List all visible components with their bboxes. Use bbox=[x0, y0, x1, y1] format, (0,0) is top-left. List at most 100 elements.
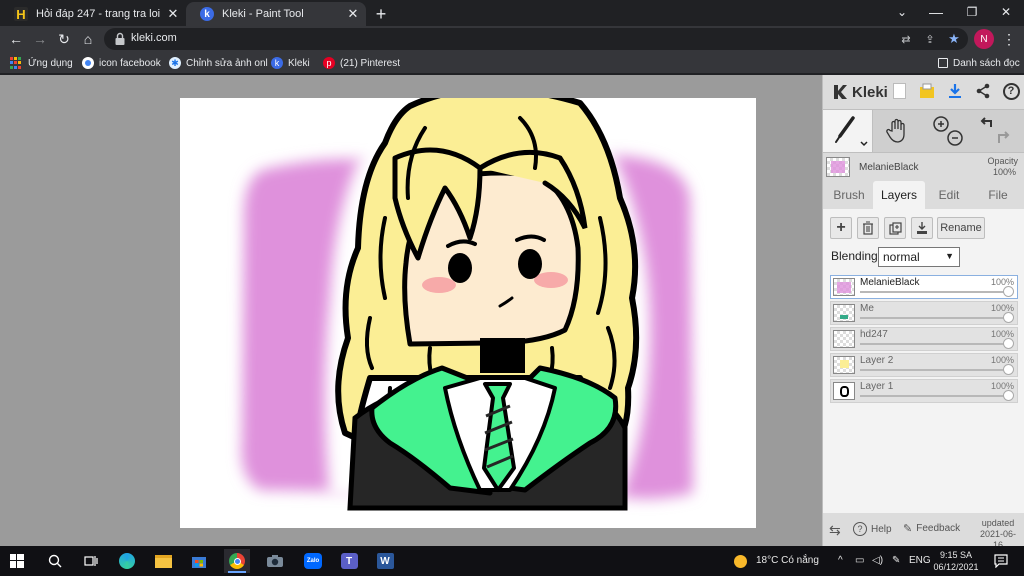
pen-icon[interactable]: ✎ bbox=[892, 555, 900, 566]
tab-hoidap[interactable]: H Hỏi đáp 247 - trang tra loi ✕ bbox=[0, 2, 186, 26]
bookmark-icon-facebook[interactable]: icon facebook bbox=[82, 55, 161, 71]
file-explorer-icon[interactable] bbox=[150, 549, 176, 573]
help-icon[interactable]: ? bbox=[1001, 81, 1021, 101]
tab-edit[interactable]: Edit bbox=[925, 181, 973, 209]
help-link[interactable]: ? Help bbox=[853, 522, 892, 536]
tab-brush[interactable]: Brush bbox=[825, 181, 873, 209]
slider-knob[interactable] bbox=[1003, 286, 1014, 297]
add-layer-button[interactable]: + bbox=[830, 217, 852, 239]
bookmark-label: (21) Pinterest bbox=[340, 57, 401, 69]
volume-icon[interactable]: ◁) bbox=[872, 555, 883, 566]
feedback-link[interactable]: ✎ Feedback bbox=[903, 522, 960, 535]
slider-knob[interactable] bbox=[1003, 312, 1014, 323]
bookmark-star-icon[interactable]: ★ bbox=[946, 31, 962, 47]
duplicate-layer-button[interactable] bbox=[884, 217, 906, 239]
layer-name: MelanieBlack bbox=[860, 277, 920, 288]
canvas-workspace[interactable] bbox=[0, 75, 822, 546]
camera-icon[interactable] bbox=[262, 549, 288, 573]
network-icon[interactable]: ▭ bbox=[855, 555, 864, 566]
layer-item[interactable]: Me 100% bbox=[830, 301, 1018, 325]
share-icon[interactable]: ⇪ bbox=[922, 31, 938, 47]
rename-layer-button[interactable]: Rename bbox=[937, 217, 985, 239]
forward-button[interactable]: → bbox=[30, 29, 50, 49]
merge-layer-button[interactable] bbox=[911, 217, 933, 239]
restore-button[interactable]: ❐ bbox=[954, 0, 990, 24]
swap-arrows-icon[interactable]: ⇆ bbox=[829, 522, 841, 539]
undo-redo-buttons[interactable] bbox=[975, 110, 1015, 152]
share-icon[interactable] bbox=[973, 81, 993, 101]
blending-label: Blending bbox=[831, 249, 878, 263]
system-clock[interactable]: 9:15 SA 06/12/2021 bbox=[932, 549, 980, 573]
weather-sun-icon[interactable] bbox=[732, 549, 748, 573]
translate-icon[interactable]: ⇄ bbox=[898, 31, 914, 47]
bookmark-pinterest[interactable]: p (21) Pinterest bbox=[323, 55, 400, 71]
bookmark-label: Ứng dụng bbox=[28, 57, 73, 69]
layer-opacity-slider[interactable] bbox=[860, 291, 1008, 293]
blending-select[interactable]: normal ▼ bbox=[878, 247, 960, 267]
layer-opacity-slider[interactable] bbox=[860, 317, 1008, 319]
home-button[interactable]: ⌂ bbox=[78, 29, 98, 49]
new-tab-button[interactable]: + bbox=[370, 4, 392, 24]
bookmark-kleki[interactable]: k Kleki bbox=[271, 55, 310, 71]
profile-avatar[interactable]: N bbox=[974, 29, 994, 49]
layer-item[interactable]: MelanieBlack 100% bbox=[830, 275, 1018, 299]
layer-name: Me bbox=[860, 303, 874, 314]
left-eye bbox=[448, 253, 472, 283]
layer-item[interactable]: Layer 1 100% bbox=[830, 379, 1018, 403]
slider-knob[interactable] bbox=[1003, 364, 1014, 375]
slider-knob[interactable] bbox=[1003, 390, 1014, 401]
bookmark-apps[interactable]: Ứng dụng bbox=[10, 55, 73, 71]
reading-list-button[interactable]: Danh sách đọc bbox=[938, 55, 1020, 71]
store-icon[interactable] bbox=[186, 549, 212, 573]
current-layer-info: MelanieBlack Opacity 100% bbox=[823, 153, 1024, 181]
address-bar[interactable]: kleki.com ⇄ ⇪ ★ bbox=[104, 28, 968, 50]
photo-editor-icon: ✱ bbox=[169, 57, 181, 69]
download-icon[interactable] bbox=[945, 81, 965, 101]
tab-kleki[interactable]: k Kleki - Paint Tool ✕ bbox=[186, 2, 366, 26]
chrome-icon[interactable] bbox=[224, 549, 250, 573]
layer-item[interactable]: Layer 2 100% bbox=[830, 353, 1018, 377]
delete-layer-button[interactable] bbox=[857, 217, 879, 239]
minimize-button[interactable]: — bbox=[918, 0, 954, 24]
layer-opacity-slider[interactable] bbox=[860, 343, 1008, 345]
weather-text[interactable]: 18°C Có nắng bbox=[756, 555, 819, 566]
task-view-icon[interactable] bbox=[78, 549, 104, 573]
layer-thumbnail bbox=[833, 278, 855, 296]
drawing-canvas[interactable] bbox=[180, 98, 756, 528]
browser-menu-icon[interactable]: ⋮ bbox=[1002, 29, 1016, 49]
layer-opacity-slider[interactable] bbox=[860, 369, 1008, 371]
tab-layers[interactable]: Layers bbox=[873, 181, 925, 209]
slider-knob[interactable] bbox=[1003, 338, 1014, 349]
current-layer-name: MelanieBlack bbox=[859, 162, 919, 173]
close-tab-icon[interactable]: ✕ bbox=[344, 5, 362, 23]
hand-tool-button[interactable] bbox=[877, 110, 917, 152]
chevron-down-icon: ▼ bbox=[945, 251, 954, 261]
tab-search-icon[interactable]: ⌄ bbox=[884, 0, 920, 24]
close-window-button[interactable]: ✕ bbox=[988, 0, 1024, 24]
language-indicator[interactable]: ENG bbox=[909, 555, 931, 566]
save-icon[interactable] bbox=[917, 81, 937, 101]
layer-item[interactable]: hd247 100% bbox=[830, 327, 1018, 351]
layer-name: Layer 1 bbox=[860, 381, 894, 392]
word-icon[interactable]: W bbox=[372, 549, 398, 573]
tab-file[interactable]: File bbox=[973, 181, 1023, 209]
bookmark-label: Chỉnh sửa ảnh onl bbox=[186, 57, 268, 69]
layer-opacity-slider[interactable] bbox=[860, 395, 1008, 397]
windows-start-icon[interactable] bbox=[4, 549, 30, 573]
search-icon[interactable] bbox=[42, 549, 68, 573]
zoom-buttons[interactable] bbox=[927, 110, 967, 152]
browser-tab-strip: H Hỏi đáp 247 - trang tra loi ✕ k Kleki … bbox=[0, 0, 1024, 26]
brush-tool-button[interactable] bbox=[823, 110, 873, 152]
bookmark-photo-editor[interactable]: ✱ Chỉnh sửa ảnh onl bbox=[169, 55, 268, 71]
reload-button[interactable]: ↻ bbox=[54, 29, 74, 49]
close-tab-icon[interactable]: ✕ bbox=[164, 5, 182, 23]
duplicate-icon bbox=[888, 221, 902, 235]
back-button[interactable]: ← bbox=[6, 29, 26, 49]
tray-chevron-icon[interactable]: ^ bbox=[838, 555, 843, 566]
edge-icon[interactable] bbox=[114, 549, 140, 573]
teams-icon[interactable]: T bbox=[336, 549, 362, 573]
zalo-icon[interactable]: Zalo bbox=[300, 549, 326, 573]
notifications-icon[interactable] bbox=[988, 549, 1014, 573]
new-image-icon[interactable] bbox=[889, 81, 909, 101]
tab-title: Kleki - Paint Tool bbox=[222, 8, 304, 20]
